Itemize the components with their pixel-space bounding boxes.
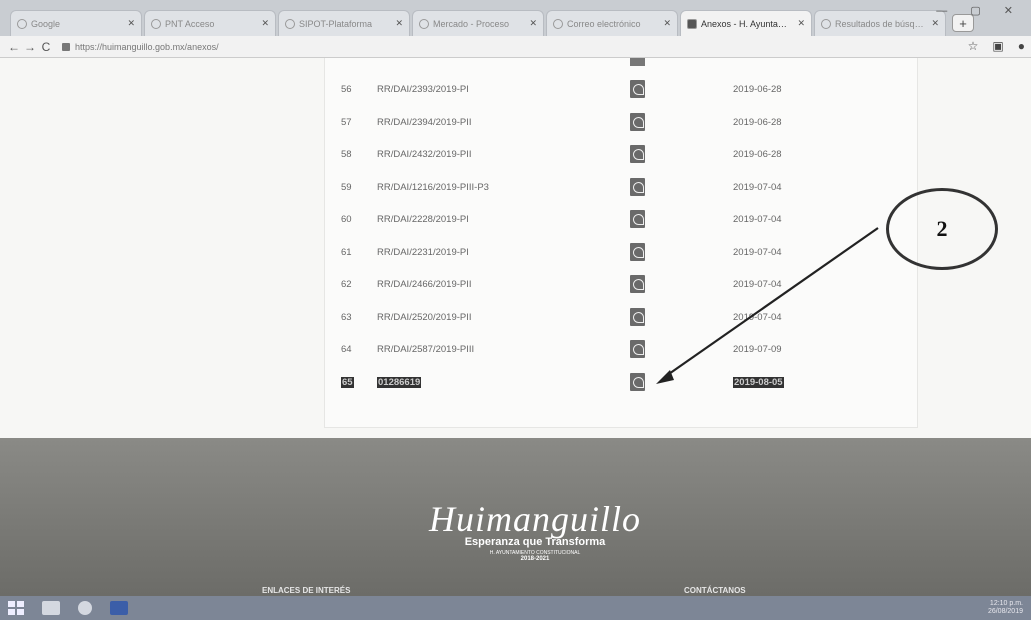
clock-time: 12:10 p.m. [989, 600, 1023, 607]
url-text: https://huimanguillo.gob.mx/anexos/ [75, 41, 219, 52]
address-bar[interactable]: https://huimanguillo.gob.mx/anexos/ [62, 42, 219, 52]
browser-tab[interactable]: Mercado - Proceso ✕ [412, 10, 544, 36]
browser-tab[interactable]: Anexos - H. Ayuntamiento ✕ [680, 10, 812, 36]
tab-label: Resultados de búsqueda [835, 18, 928, 29]
reload-icon[interactable]: C [38, 40, 54, 54]
system-tray[interactable]: 12:10 p.m. 26/08/2019 [988, 600, 1023, 616]
tab-label: Anexos - H. Ayuntamiento [701, 18, 793, 29]
favicon-icon [687, 18, 697, 29]
file-explorer-icon[interactable] [42, 601, 60, 615]
word-icon[interactable] [110, 601, 128, 615]
annotation-circle: 2 [886, 188, 998, 270]
close-icon[interactable]: ✕ [127, 18, 135, 29]
site-footer: Huimanguillo Esperanza que Transforma H.… [0, 438, 1031, 596]
close-icon[interactable]: ✕ [261, 18, 269, 29]
clock-date: 26/08/2019 [987, 608, 1023, 615]
annotation-label: 2 [936, 216, 948, 241]
bookmark-star-icon[interactable]: ☆ [968, 39, 979, 53]
browser-tab[interactable]: Google ✕ [10, 10, 142, 36]
taskbar: 12:10 p.m. 26/08/2019 [0, 596, 1031, 620]
close-icon[interactable]: ✕ [931, 18, 939, 29]
tab-label: Google [31, 18, 61, 29]
tab-label: SIPOT-Plataforma [299, 18, 373, 29]
close-icon[interactable]: ✕ [797, 18, 805, 29]
brand-logo: Huimanguillo Esperanza que Transforma H.… [405, 498, 665, 562]
lock-icon [62, 42, 70, 51]
chrome-icon[interactable] [78, 601, 92, 615]
tab-label: Correo electrónico [567, 18, 641, 29]
browser-toolbar: ← → C https://huimanguillo.gob.mx/anexos… [0, 36, 1031, 58]
favicon-icon [419, 18, 429, 29]
brand-years: 2018-2021 [520, 556, 550, 562]
annotation-arrow [656, 227, 879, 384]
windows-start-icon[interactable] [8, 601, 24, 615]
brand-name: Huimanguillo [428, 499, 641, 539]
browser-tab-strip: Google ✕ PNT Acceso ✕ SIPOT-Plataforma ✕ Merca… [0, 0, 1031, 36]
favicon-icon [553, 18, 563, 29]
links-heading: ENLACES DE INTERÉS [262, 586, 351, 595]
forward-icon[interactable]: → [22, 40, 38, 54]
tab-label: Mercado - Proceso [433, 18, 510, 29]
favicon-icon [821, 18, 831, 29]
close-icon[interactable]: ✕ [663, 18, 671, 29]
extension-icon[interactable]: ▣ [992, 39, 1003, 53]
contact-heading: CONTÁCTANOS [684, 586, 746, 595]
close-icon[interactable]: ✕ [529, 18, 537, 29]
close-icon[interactable]: ✕ [395, 18, 403, 29]
favicon-icon [151, 18, 161, 29]
profile-icon[interactable]: ● [1018, 39, 1025, 53]
browser-tab[interactable]: SIPOT-Plataforma ✕ [278, 10, 410, 36]
browser-tab[interactable]: PNT Acceso ✕ [144, 10, 276, 36]
favicon-icon [285, 18, 295, 29]
back-icon[interactable]: ← [6, 40, 22, 54]
tab-label: PNT Acceso [165, 18, 215, 29]
page-content: 56 RR/DAI/2393/2019-PI 2019-06-28 57 RR/DAI/… [0, 58, 1031, 438]
window-controls[interactable]: — ▢ ✕ [936, 4, 1023, 17]
browser-tab[interactable]: Resultados de búsqueda ✕ [814, 10, 946, 36]
browser-tab[interactable]: Correo electrónico ✕ [546, 10, 678, 36]
favicon-icon [17, 18, 27, 29]
